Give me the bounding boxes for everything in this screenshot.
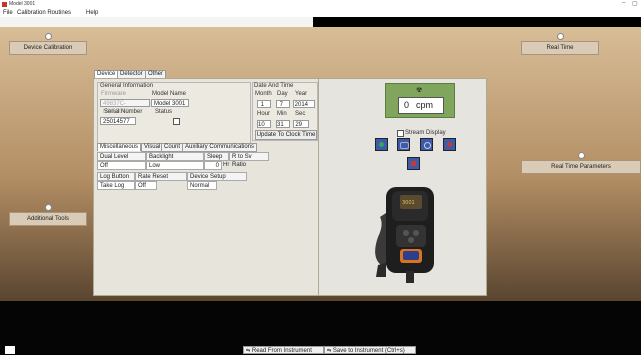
day-label: Day (277, 91, 288, 97)
real-time-parameters-label: Real Time Parameters (551, 164, 611, 170)
dual-level-audio-select[interactable]: Off (97, 161, 146, 170)
tab-device[interactable]: Device (94, 70, 119, 78)
r-to-sv-ratio-header: R to Sv Ratio (229, 152, 269, 168)
record-icon (411, 161, 416, 166)
serial-number-label: Serial Number (104, 109, 143, 115)
status-checkbox[interactable] (173, 118, 180, 125)
menu-bar: File Calibration Routines Help (0, 9, 641, 17)
collapse-circle-icon (557, 33, 564, 40)
day-spinner[interactable]: 7 (276, 100, 290, 108)
year-label: Year (295, 91, 308, 97)
readout-display: ☢ 0 cpm (385, 83, 455, 118)
additional-tools-label: Additional Tools (27, 216, 69, 222)
min-spinner[interactable]: 31 (276, 120, 290, 128)
real-time-panel: ☢ 0 cpm Stream Display 3001 (318, 78, 487, 296)
tab-count[interactable]: Count (161, 143, 184, 152)
hour-spinner[interactable]: 10 (257, 120, 271, 128)
tab-miscellaneous[interactable]: Miscellaneous (97, 143, 142, 151)
stream-display-label: Stream Display (405, 130, 446, 136)
calibrate-button[interactable] (397, 138, 410, 151)
stream-display-checkbox[interactable] (397, 130, 404, 137)
sec-spinner[interactable]: 29 (293, 120, 309, 128)
year-spinner[interactable]: 2014 (293, 100, 315, 108)
collapse-circle-icon (45, 33, 52, 40)
readout-window: 0 cpm (398, 97, 444, 114)
device-panel: General Information Firmware Model Name … (93, 78, 320, 296)
real-time-button[interactable]: Real Time (521, 33, 599, 55)
firmware-label: Firmware (101, 91, 126, 97)
month-label: Month (255, 91, 272, 97)
min-label: Min (277, 111, 287, 117)
tab-auxiliary-communications[interactable]: Auxiliary Communications (182, 143, 258, 152)
sleep-unit: Hr (223, 162, 230, 168)
menu-calibration-routines[interactable]: Calibration Routines (17, 9, 71, 17)
date-and-time-title: Date And Time (254, 83, 294, 89)
title-bar: Model 3001 – ▢ (0, 0, 641, 9)
maximize-button[interactable]: ▢ (632, 0, 638, 7)
date-and-time-group: Date And Time Month Day Year 1 7 2014 Ho… (252, 82, 318, 141)
eye-icon (424, 142, 431, 149)
model-name-label: Model Name (152, 91, 187, 97)
rate-reset-button-header: Rate Reset Button (135, 172, 187, 188)
minimize-button[interactable]: – (622, 0, 625, 6)
backlight-threshold-header: Backlight Threshold (146, 152, 204, 168)
model-name-field[interactable]: Model 3001 (151, 99, 189, 107)
red-indicator-button[interactable] (443, 138, 456, 151)
view-button[interactable] (420, 138, 433, 151)
status-square (5, 346, 15, 354)
serial-number-field[interactable]: 25014577 (100, 117, 136, 125)
real-time-label: Real Time (546, 45, 574, 51)
log-button-select[interactable]: Take Log (97, 181, 135, 190)
update-to-clock-time-button[interactable]: Update To Clock Time (255, 130, 317, 140)
device-setup-protect-header: Device Setup Protect (187, 172, 247, 188)
backlight-threshold-select[interactable]: Low (146, 161, 204, 170)
survey-meter-image: 3001 (375, 187, 434, 283)
save-to-instrument-button[interactable]: ⇆ Save to Instrument (Ctrl+s) (324, 346, 416, 354)
collapse-circle-icon (578, 152, 585, 159)
app-icon (2, 2, 7, 7)
calibrate-icon (400, 142, 409, 149)
sleep-spinner[interactable]: 0 (204, 161, 222, 170)
additional-tools-button[interactable]: Additional Tools (9, 204, 87, 226)
svg-text:3001: 3001 (402, 200, 415, 206)
window-title: Model 3001 (9, 1, 36, 7)
status-label: Status (155, 109, 173, 115)
tab-visual[interactable]: Visual (141, 143, 164, 152)
save-to-instrument-label: Save to Instrument (Ctrl+s) (332, 348, 405, 354)
month-spinner[interactable]: 1 (257, 100, 271, 108)
green-indicator-button[interactable] (375, 138, 388, 151)
save-icon: ⇆ (327, 348, 332, 354)
readout-value: 0 (404, 100, 410, 110)
dual-level-audio-header: Dual Level Audio (97, 152, 146, 168)
device-calibration-label: Device Calibration (23, 45, 73, 51)
green-dot-icon (379, 142, 384, 147)
menu-file[interactable]: File (3, 9, 13, 17)
read-from-instrument-label: Read From Instrument (251, 348, 312, 354)
radiation-icon: ☢ (416, 87, 423, 94)
red-dot-icon (447, 142, 452, 147)
log-button-header: Log Button (97, 172, 135, 181)
firmware-field: 49837C-N30.3840 (100, 99, 150, 115)
readout-unit: cpm (416, 100, 434, 110)
hour-label: Hour (257, 111, 271, 117)
read-icon: ⇆ (246, 348, 251, 354)
menu-extent (0, 17, 313, 27)
real-time-parameters-button[interactable]: Real Time Parameters (521, 152, 641, 174)
menu-help[interactable]: Help (86, 9, 98, 17)
collapse-circle-icon (45, 204, 52, 211)
read-from-instrument-button[interactable]: ⇆ Read From Instrument (243, 346, 324, 354)
device-calibration-button[interactable]: Device Calibration (9, 33, 87, 55)
rate-reset-button-select[interactable]: Off (135, 181, 157, 190)
sleep-header: Sleep (204, 152, 229, 161)
general-information-title: General Information (100, 83, 154, 89)
record-button[interactable] (407, 157, 420, 170)
general-information-group: General Information Firmware Model Name … (97, 82, 251, 144)
device-setup-protect-select[interactable]: Normal (187, 181, 217, 190)
sec-label: Sec (295, 111, 306, 117)
